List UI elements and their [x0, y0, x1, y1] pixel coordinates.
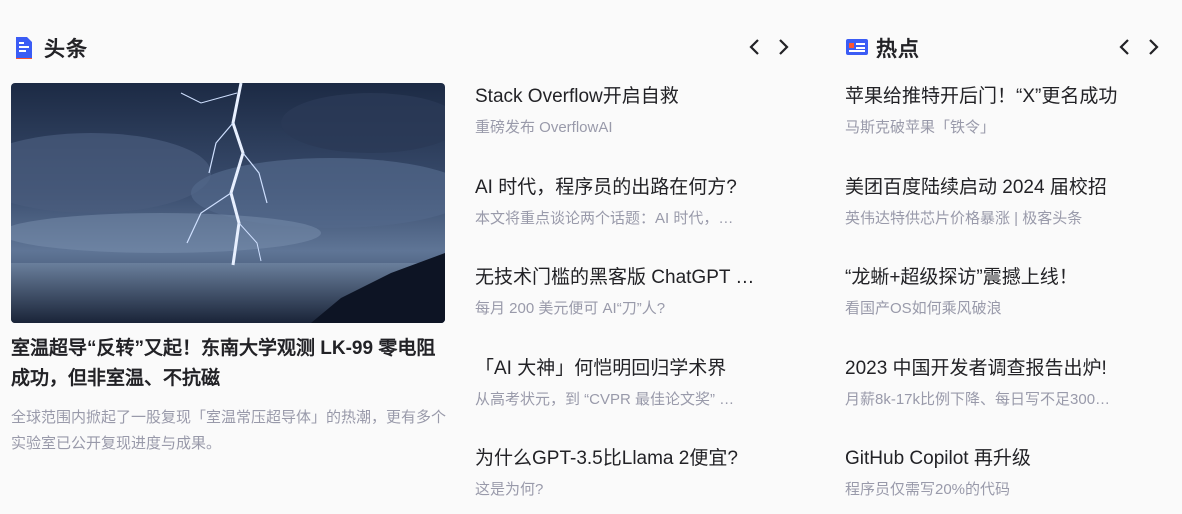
redian-header: 热点 [845, 33, 920, 63]
list-item-desc: 每月 200 美元便可 AI“刀”人? [475, 300, 666, 317]
toutiao-list: Stack Overflow开启自救 重磅发布 OverflowAI AI 时代… [475, 83, 775, 514]
redian-pager [1114, 36, 1164, 58]
list-item-desc: 从高考状元，到 “CVPR 最佳论文奖” … [475, 390, 735, 408]
list-item[interactable]: AI 时代，程序员的出路在何方? 本文将重点谈论两个话题：AI 时代，… [475, 174, 775, 265]
list-item-desc: 这是为何? [475, 481, 544, 498]
document-icon [13, 36, 35, 60]
list-item-desc: 本文将重点谈论两个话题：AI 时代，… [475, 209, 734, 227]
list-item[interactable]: Stack Overflow开启自救 重磅发布 OverflowAI [475, 83, 775, 174]
chevron-right-icon[interactable] [1144, 36, 1164, 58]
headline-title[interactable]: 室温超导“反转”又起！东南大学观测 LK-99 零电阻成功，但非室温、不抗磁 [11, 334, 451, 394]
news-card-icon [845, 36, 868, 60]
toutiao-pager [744, 36, 794, 58]
news-module: 头条 室温超导“反转”又起！东南大学观测 LK-99 零电阻成功，但非室温、不抗… [0, 0, 1182, 514]
headline-image[interactable] [11, 83, 445, 323]
list-item[interactable]: “龙蜥+超级探访”震撼上线！ 看国产OS如何乘风破浪 [845, 264, 1155, 355]
list-item-desc: 英伟达特供芯片价格暴涨 | 极客头条 [845, 209, 1083, 227]
list-item-title[interactable]: GitHub Copilot 再升级 [845, 445, 1155, 473]
list-item[interactable]: 「AI 大神」何恺明回归学术界 从高考状元，到 “CVPR 最佳论文奖” … [475, 355, 775, 446]
chevron-left-icon[interactable] [744, 36, 764, 58]
list-item-title[interactable]: AI 时代，程序员的出路在何方? [475, 174, 775, 202]
list-item-title[interactable]: Stack Overflow开启自救 [475, 83, 775, 111]
list-item-desc: 马斯克破苹果「铁令」 [845, 119, 996, 136]
list-item-title[interactable]: 美团百度陆续启动 2024 届校招 [845, 174, 1155, 202]
list-item[interactable]: GitHub Copilot 再升级 程序员仅需写20%的代码 [845, 445, 1155, 514]
list-item-title[interactable]: 苹果给推特开后门！“X”更名成功 [845, 83, 1155, 111]
chevron-left-icon[interactable] [1114, 36, 1134, 58]
toutiao-header: 头条 [13, 33, 88, 63]
list-item[interactable]: 无技术门槛的黑客版 ChatGPT … 每月 200 美元便可 AI“刀”人? [475, 264, 775, 355]
list-item[interactable]: 苹果给推特开后门！“X”更名成功 马斯克破苹果「铁令」 [845, 83, 1155, 174]
list-item-title[interactable]: 无技术门槛的黑客版 ChatGPT … [475, 264, 775, 292]
chevron-right-icon[interactable] [774, 36, 794, 58]
list-item[interactable]: 为什么GPT-3.5比Llama 2便宜? 这是为何? [475, 445, 775, 514]
list-item-title[interactable]: 为什么GPT-3.5比Llama 2便宜? [475, 445, 775, 473]
list-item[interactable]: 2023 中国开发者调查报告出炉! 月薪8k-17k比例下降、每日写不足300… [845, 355, 1155, 446]
toutiao-title: 头条 [44, 38, 88, 61]
headline-description: 全球范围内掀起了一股复现「室温常压超导体」的热潮，更有多个实验室已公开复现进度与… [11, 409, 447, 452]
list-item-title[interactable]: 「AI 大神」何恺明回归学术界 [475, 355, 775, 383]
list-item[interactable]: 美团百度陆续启动 2024 届校招 英伟达特供芯片价格暴涨 | 极客头条 [845, 174, 1155, 265]
list-item-desc: 看国产OS如何乘风破浪 [845, 300, 1002, 317]
list-item-desc: 重磅发布 OverflowAI [475, 119, 613, 136]
list-item-desc: 程序员仅需写20%的代码 [845, 481, 1011, 498]
list-item-title[interactable]: “龙蜥+超级探访”震撼上线！ [845, 264, 1155, 292]
redian-title: 热点 [876, 38, 920, 61]
list-item-desc: 月薪8k-17k比例下降、每日写不足300… [845, 390, 1111, 408]
list-item-title[interactable]: 2023 中国开发者调查报告出炉! [845, 355, 1155, 383]
redian-list: 苹果给推特开后门！“X”更名成功 马斯克破苹果「铁令」 美团百度陆续启动 202… [845, 83, 1155, 514]
